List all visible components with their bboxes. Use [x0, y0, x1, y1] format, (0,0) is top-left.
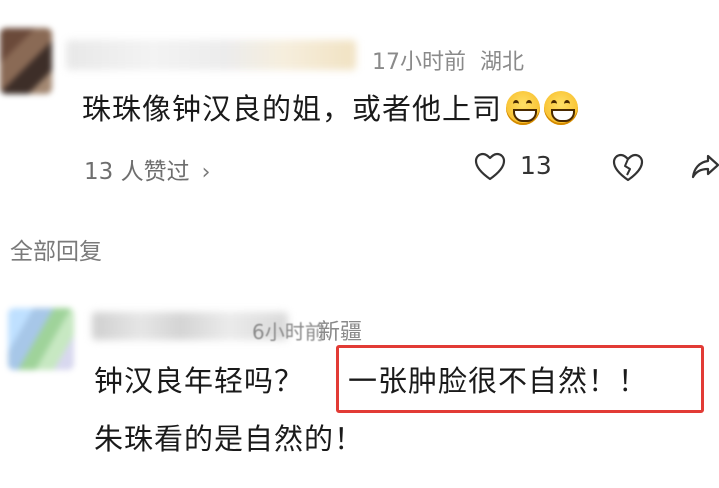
comment-body: 珠珠像钟汉良的姐，或者他上司 [82, 92, 503, 126]
share-icon[interactable] [690, 150, 719, 182]
broken-heart-icon[interactable] [612, 153, 644, 183]
heart-icon[interactable] [474, 152, 506, 182]
username-blurred[interactable] [66, 40, 356, 70]
comment-time: 17小时前 [372, 50, 466, 75]
comment-time: 6小时前 [252, 320, 325, 344]
all-replies-link[interactable]: 全部回复 [10, 232, 102, 266]
comment-text: 珠珠像钟汉良的姐，或者他上司 [82, 86, 579, 128]
like-count: 13 [520, 151, 552, 180]
avatar[interactable] [0, 28, 52, 94]
grin-emoji-icon [506, 91, 541, 125]
comment-meta: 17小时前 湖北 [372, 44, 524, 76]
likers-text: 13 人赞过 [84, 159, 190, 185]
comment-location: 湖北 [480, 50, 525, 75]
likers-link[interactable]: 13 人赞过 › [84, 152, 210, 186]
comment-body-line1: 钟汉良年轻吗？ [94, 364, 305, 398]
chevron-right-icon: › [201, 160, 211, 185]
avatar[interactable] [8, 308, 74, 370]
grin-emoji-icon [544, 91, 579, 125]
comment-body-line2: 朱珠看的是自然的！ [94, 422, 365, 456]
comment-location: 新疆 [318, 320, 363, 345]
highlighted-text: 一张肿脸很不自然！！ [348, 364, 649, 398]
